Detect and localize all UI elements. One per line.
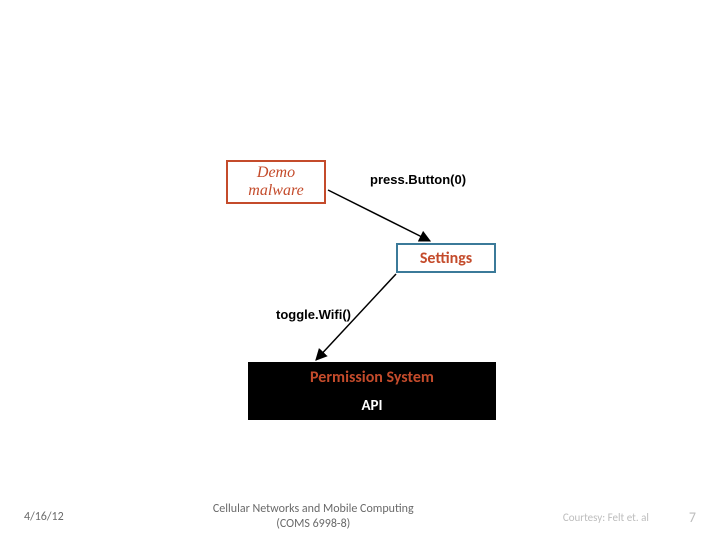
node-settings-label: Settings (420, 249, 472, 268)
footer-center: Cellular Networks and Mobile Computing (… (213, 502, 414, 532)
footer-center-line2: (COMS 6998-8) (213, 517, 414, 532)
footer-right: Courtesy: Felt et. al 7 (563, 509, 696, 526)
node-settings: Settings (396, 243, 496, 273)
node-demo-malware: Demo malware (226, 160, 326, 204)
footer: 4/16/12 Cellular Networks and Mobile Com… (0, 502, 720, 532)
slide: Demo malware press.Button(0) Settings to… (0, 0, 720, 540)
node-api: API (248, 392, 496, 420)
edge-label-toggle-wifi: toggle.Wifi() (276, 307, 351, 322)
footer-page: 7 (689, 509, 696, 526)
footer-date: 4/16/12 (24, 510, 64, 524)
node-demo-malware-label: Demo malware (228, 164, 324, 201)
footer-center-line1: Cellular Networks and Mobile Computing (213, 502, 414, 517)
edge-label-press-button: press.Button(0) (370, 172, 466, 187)
footer-courtesy: Courtesy: Felt et. al (563, 511, 649, 524)
arrows-layer (0, 0, 720, 540)
node-api-label: API (361, 397, 382, 415)
node-permission-system-label: Permission System (310, 368, 434, 387)
node-permission-system: Permission System (248, 362, 496, 392)
